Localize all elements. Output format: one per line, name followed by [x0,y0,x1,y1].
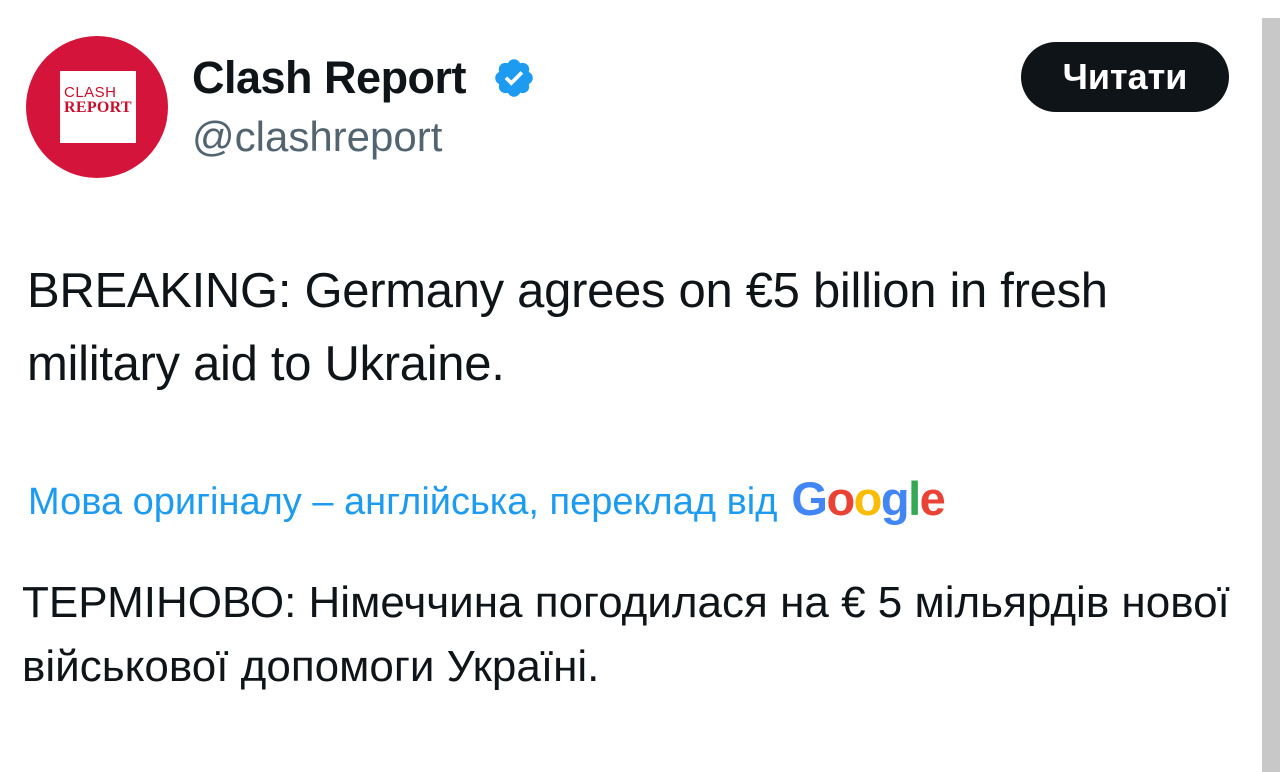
author-handle[interactable]: @clashreport [192,110,442,164]
google-logo-letter: o [853,472,883,525]
google-logo: Google [791,472,946,525]
scrollbar-edge [1262,18,1280,772]
google-logo-letter: g [880,472,910,525]
author-display-name[interactable]: Clash Report [192,50,467,106]
google-logo-letter: o [826,472,855,525]
tweet-text: BREAKING: Germany agrees on €5 billion i… [27,264,1108,391]
avatar[interactable]: CLASH REPORT [26,36,168,178]
follow-button[interactable]: Читати [1021,42,1229,112]
verified-badge-icon [495,59,533,97]
avatar-logo-notch [136,120,168,143]
avatar-logo: CLASH REPORT [60,71,136,143]
google-logo-letter: e [919,472,946,525]
avatar-logo-line2: REPORT [64,99,132,116]
tweet-page: CLASH REPORT Clash Report @clashreport Ч… [0,0,1280,772]
translation-attribution[interactable]: Мова оригіналу – англійська, переклад ві… [28,472,946,530]
translation-label[interactable]: Мова оригіналу – англійська, переклад ві… [28,477,777,527]
google-logo-letter: l [908,472,921,525]
avatar-logo-line1: CLASH [64,84,117,101]
google-logo-letter: G [791,472,828,525]
translated-tweet-text: ТЕРМІНОВО: Німеччина погодилася на € 5 м… [22,578,1230,691]
